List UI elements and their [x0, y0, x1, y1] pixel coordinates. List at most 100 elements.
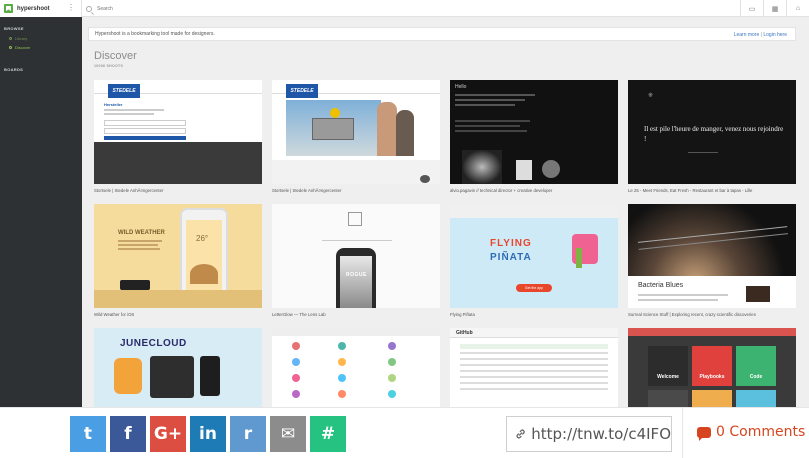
sidebar-item-discover[interactable]: Discover [0, 45, 82, 50]
search-bar [86, 0, 217, 17]
divider [682, 408, 683, 458]
monitor-icon[interactable]: ▭ [740, 0, 763, 17]
shoot-thumbnail[interactable] [272, 328, 440, 407]
shoot-card[interactable]: WILD WEATHER 26° Wild Weather for iOS [94, 204, 262, 327]
sidebar-heading-browse: BROWSE [4, 26, 24, 31]
shoot-thumbnail[interactable]: ❋ Il est pile l'heure de manger, venez n… [628, 80, 796, 184]
shoot-card[interactable] [272, 328, 440, 407]
google-plus-share-button[interactable]: G+ [150, 416, 186, 452]
thumb-heading: Bacteria Blues [638, 282, 684, 289]
login-link[interactable]: Login here [763, 32, 787, 38]
sidebar: BROWSE Library Discover BOARDS [0, 17, 82, 407]
facebook-icon: f [124, 424, 132, 444]
shoot-caption: Surreal Science Stuff | Exploring recent… [628, 312, 756, 317]
share-bar: t f G+ in r ✉ # http://tnw.to/c4IFO 0 Comments [0, 407, 809, 458]
thumb-tile-code: Code [736, 346, 776, 386]
thumb-temperature: 26° [196, 234, 209, 243]
sidebar-item-label: Discover [15, 45, 31, 50]
shoot-thumbnail[interactable]: JUNECLOUD [94, 328, 262, 407]
top-icons: ▭ ▦ ⌂ [740, 0, 809, 17]
thumb-tile-welcome: Welcome [648, 346, 688, 386]
user-menu-icon[interactable]: ⌂ [786, 0, 809, 17]
thumb-heading-2: PIÑATA [490, 252, 532, 263]
app-window: hypershoot ⋮ ▭ ▦ ⌂ BROWSE Library Discov… [0, 0, 809, 407]
email-share-button[interactable]: ✉ [270, 416, 306, 452]
banner-links: Learn more | Login here [734, 32, 787, 38]
comments-link[interactable]: 0 Comments [697, 424, 806, 441]
shoot-thumbnail[interactable]: FLYING PIÑATA Get the app [450, 204, 618, 308]
app-name: hypershoot [17, 5, 50, 12]
page-title: Discover [94, 50, 137, 62]
shoot-caption: LetterGlow — The Lens Lab [272, 312, 326, 317]
shoot-thumbnail[interactable]: STEDELE Hersteller [94, 80, 262, 184]
shoot-thumbnail[interactable]: Welcome Playbooks Code [628, 328, 796, 407]
short-url: http://tnw.to/c4IFO [531, 425, 671, 443]
linkedin-share-button[interactable]: in [190, 416, 226, 452]
shoot-thumbnail[interactable]: GitHub [450, 328, 618, 407]
shoot-card[interactable]: STEDELE Hersteller Stortsele | Stedele A… [94, 80, 262, 203]
thumb-button: Get the app [516, 284, 552, 292]
sidebar-heading-boards: BOARDS [4, 67, 24, 72]
twitter-share-button[interactable]: t [70, 416, 106, 452]
stedele-logo: STEDELE [286, 84, 318, 98]
thumb-heading: GitHub [456, 330, 473, 336]
sidebar-item-library[interactable]: Library [0, 36, 82, 41]
shoot-caption: Stortsele | Stedele AnhÃ¤ngercenter [94, 188, 164, 193]
shoot-thumbnail[interactable]: WILD WEATHER 26° [94, 204, 262, 308]
thumb-heading: Hello [455, 84, 467, 90]
shoot-card[interactable]: GitHub [450, 328, 618, 407]
google-plus-icon: G+ [153, 424, 183, 444]
thumb-heading: JUNECLOUD [120, 338, 187, 349]
shoot-thumbnail[interactable]: ROGUE [272, 204, 440, 308]
shoot-caption: Wild Weather for iOS [94, 312, 135, 317]
hashtag-share-button[interactable]: # [310, 416, 346, 452]
reddit-share-button[interactable]: r [230, 416, 266, 452]
shoot-card[interactable]: Hello alvio.pagavin // technical directo… [450, 80, 618, 203]
shoot-card[interactable]: FLYING PIÑATA Get the app Flying Piñata [450, 204, 618, 327]
shoot-caption: Flying Piñata [450, 312, 475, 317]
shoot-thumbnail[interactable]: STEDELE [272, 80, 440, 184]
twitter-icon: t [83, 424, 93, 444]
linkedin-icon: in [199, 424, 217, 444]
shoot-thumbnail[interactable]: Bacteria Blues [628, 204, 796, 308]
search-input[interactable] [97, 5, 217, 12]
shoot-card[interactable]: ❋ Il est pile l'heure de manger, venez n… [628, 80, 796, 203]
shoot-thumbnail[interactable]: Hello [450, 80, 618, 184]
shoot-caption: alvio.pagavin // technical director + cr… [450, 188, 553, 193]
shoot-card[interactable]: Welcome Playbooks Code [628, 328, 796, 407]
email-icon: ✉ [280, 424, 296, 444]
shoot-card[interactable]: ROGUE LetterGlow — The Lens Lab [272, 204, 440, 327]
thumb-heading: ROGUE [346, 272, 367, 278]
hypershoot-logo-icon [4, 4, 13, 13]
thumb-heading: Hersteller [104, 102, 123, 107]
thumb-heading: WILD WEATHER [118, 230, 165, 236]
library-icon [9, 37, 12, 40]
thumb-tile-playbooks: Playbooks [692, 346, 732, 386]
shoot-card[interactable]: Bacteria Blues Surreal Science Stuff | E… [628, 204, 796, 327]
shoot-count: 10096 SHOOTS [94, 64, 124, 68]
shoot-card[interactable]: STEDELE Stortsele | Stedele AnhÃ¤ngercen… [272, 80, 440, 203]
banner-divider: | [760, 32, 762, 38]
grid-icon[interactable]: ▦ [763, 0, 786, 17]
thumb-heading: FLYING [490, 238, 532, 249]
facebook-share-button[interactable]: f [110, 416, 146, 452]
learn-more-link[interactable]: Learn more [734, 32, 760, 38]
stedele-logo: STEDELE [108, 84, 140, 98]
brand[interactable]: hypershoot ⋮ [0, 0, 82, 17]
hashtag-icon: # [320, 424, 336, 444]
shoot-caption: Le 25 - Meet Friends, Eat Fresh - Restau… [628, 188, 753, 193]
comment-icon [697, 426, 711, 441]
reddit-icon: r [243, 424, 253, 444]
comments-count: 0 Comments [716, 424, 806, 440]
main-content: Hypershoot is a bookmarking tool made fo… [82, 17, 809, 407]
shoot-card[interactable]: JUNECLOUD [94, 328, 262, 407]
thumb-heading: Il est pile l'heure de manger, venez nou… [644, 125, 784, 143]
banner-text: Hypershoot is a bookmarking tool made fo… [95, 31, 215, 37]
short-url-field[interactable]: http://tnw.to/c4IFO [506, 416, 672, 452]
shoot-caption: Stortsele | Stedele AnhÃ¤ngercenter [272, 188, 342, 193]
more-vertical-icon[interactable]: ⋮ [67, 3, 75, 13]
discover-icon [9, 46, 12, 49]
link-icon [516, 429, 525, 439]
search-icon [86, 5, 92, 12]
info-banner: Hypershoot is a bookmarking tool made fo… [88, 27, 796, 41]
